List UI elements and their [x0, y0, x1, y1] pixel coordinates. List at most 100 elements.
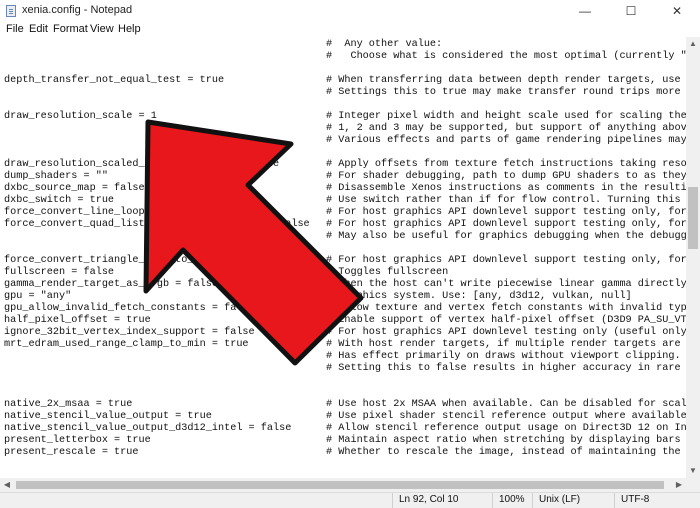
zoom-level: 100%: [492, 493, 532, 508]
config-comment: # Has effect primarily on draws without …: [326, 351, 681, 362]
config-comment: # Integer pixel width and height scale u…: [326, 111, 686, 122]
config-comment: # Any other value:: [326, 39, 443, 50]
config-comment: # When the host can't write piecewise li…: [326, 279, 686, 290]
close-button[interactable]: ✕: [654, 0, 700, 22]
config-setting: ignore_32bit_vertex_index_support = fals…: [4, 327, 255, 338]
menu-help[interactable]: Help: [118, 23, 141, 35]
text-line: [0, 387, 686, 399]
status-bar: Ln 92, Col 10 100% Unix (LF) UTF-8: [0, 492, 700, 508]
text-line: # Settings this to true may make transfe…: [0, 87, 686, 99]
config-comment: # For host graphics API downlevel testin…: [326, 327, 686, 338]
text-line: mrt_edram_used_range_clamp_to_min = true…: [0, 339, 686, 351]
horizontal-scrollbar[interactable]: ◀ ▶: [0, 478, 686, 492]
scrollbar-corner: [686, 478, 700, 492]
config-comment: # Settings this to true may make transfe…: [326, 87, 686, 98]
menu-bar: File Edit Format View Help: [0, 22, 700, 37]
config-setting: dxbc_source_map = false: [4, 183, 145, 194]
config-setting: draw_resolution_scaled_texture_offsets =…: [4, 159, 280, 170]
config-setting: force_convert_quad_lists_to_triangle_lis…: [4, 219, 310, 230]
text-line: # 1, 2 and 3 may be supported, but suppo…: [0, 123, 686, 135]
config-comment: # Use switch rather than if for flow con…: [326, 195, 686, 206]
text-line: present_rescale = true # Whether to resca…: [0, 447, 686, 459]
menu-file[interactable]: File: [6, 23, 24, 35]
text-line: present_letterbox = true # Maintain aspec…: [0, 435, 686, 447]
config-comment: # Use host 2x MSAA when available. Can b…: [326, 399, 686, 410]
text-line: [0, 99, 686, 111]
config-setting: dump_shaders = "": [4, 171, 108, 182]
config-setting: gpu = "any": [4, 291, 72, 302]
config-setting: native_stencil_value_output = true: [4, 411, 212, 422]
config-comment: # When transferring data between depth r…: [326, 75, 686, 86]
text-line: # May also be useful for graphics debugg…: [0, 231, 686, 243]
config-comment: # Toggles fullscreen: [326, 267, 449, 278]
text-line: native_stencil_value_output = true # Use …: [0, 411, 686, 423]
config-comment: # For shader debugging, path to dump GPU…: [326, 171, 686, 182]
config-setting: draw_resolution_scale = 1: [4, 111, 157, 122]
config-comment: # For host graphics API downlevel suppor…: [326, 219, 686, 230]
text-line: dxbc_source_map = false # Disassemble Xen…: [0, 183, 686, 195]
config-comment: # May also be useful for graphics debugg…: [326, 231, 686, 242]
config-comment: # Disassemble Xenos instructions as comm…: [326, 183, 686, 194]
vertical-scrollbar[interactable]: ▲ ▼: [686, 37, 700, 478]
config-comment: # Setting this to false results in highe…: [326, 363, 686, 374]
config-setting: native_stencil_value_output_d3d12_intel …: [4, 423, 292, 434]
config-setting: present_rescale = true: [4, 447, 139, 458]
text-line: depth_transfer_not_equal_test = true # Wh…: [0, 75, 686, 87]
config-comment: # Graphics system. Use: [any, d3d12, vul…: [326, 291, 632, 302]
text-line: # Has effect primarily on draws without …: [0, 351, 686, 363]
text-line: native_2x_msaa = true # Use host 2x MSAA …: [0, 399, 686, 411]
menu-edit[interactable]: Edit: [29, 23, 48, 35]
scroll-down-icon[interactable]: ▼: [686, 464, 700, 478]
horizontal-scroll-thumb[interactable]: [16, 481, 664, 489]
config-setting: half_pixel_offset = true: [4, 315, 151, 326]
text-line: force_convert_quad_lists_to_triangle_lis…: [0, 219, 686, 231]
text-line: ignore_32bit_vertex_index_support = fals…: [0, 327, 686, 339]
config-setting: fullscreen = false: [4, 267, 115, 278]
config-setting: gamma_render_target_as_srgb = false: [4, 279, 218, 290]
config-setting: force_convert_triangle_fans_to_lists = f…: [4, 255, 273, 266]
text-line: [0, 147, 686, 159]
text-line: draw_resolution_scaled_texture_offsets =…: [0, 159, 686, 171]
text-line: force_convert_triangle_fans_to_lists = f…: [0, 255, 686, 267]
text-line: gpu = "any" # Graphics system. Use: [any,…: [0, 291, 686, 303]
config-comment: # Apply offsets from texture fetch instr…: [326, 159, 686, 170]
text-line: fullscreen = false # Toggles fullscreen: [0, 267, 686, 279]
menu-view[interactable]: View: [90, 23, 114, 35]
config-setting: depth_transfer_not_equal_test = true: [4, 75, 225, 86]
text-line: [0, 243, 686, 255]
text-editor[interactable]: # Any other value: # Choose what is consi…: [0, 37, 686, 478]
encoding: UTF-8: [614, 493, 700, 508]
config-setting: gpu_allow_invalid_fetch_constants = fals…: [4, 303, 255, 314]
scroll-up-icon[interactable]: ▲: [686, 37, 700, 51]
text-line: [0, 63, 686, 75]
config-comment: # For host graphics API downlevel suppor…: [326, 255, 686, 266]
config-comment: # Whether to rescale the image, instead …: [326, 447, 686, 458]
config-comment: # Enable support of vertex half-pixel of…: [326, 315, 686, 326]
config-comment: # Use pixel shader stencil reference out…: [326, 411, 686, 422]
title-bar: xenia.config - Notepad — ☐ ✕: [0, 0, 700, 23]
minimize-button[interactable]: —: [562, 0, 608, 22]
config-comment: # 1, 2 and 3 may be supported, but suppo…: [326, 123, 686, 134]
notepad-icon: [6, 5, 16, 17]
menu-format[interactable]: Format: [53, 23, 88, 35]
config-setting: force_convert_line_loops_to_strips = fal…: [4, 207, 261, 218]
vertical-scroll-thumb[interactable]: [688, 187, 698, 249]
maximize-button[interactable]: ☐: [608, 0, 654, 22]
config-setting: present_letterbox = true: [4, 435, 151, 446]
text-line: # Choose what is considered the most opt…: [0, 51, 686, 63]
config-setting: native_2x_msaa = true: [4, 399, 133, 410]
scroll-left-icon[interactable]: ◀: [0, 478, 14, 492]
config-comment: # For host graphics API downlevel suppor…: [326, 207, 686, 218]
scroll-right-icon[interactable]: ▶: [672, 478, 686, 492]
window-title: xenia.config - Notepad: [22, 4, 133, 16]
line-ending: Unix (LF): [532, 493, 614, 508]
config-setting: dxbc_switch = true: [4, 195, 115, 206]
text-line: # Any other value:: [0, 39, 686, 51]
text-line: half_pixel_offset = true # Enable support…: [0, 315, 686, 327]
config-comment: # Allow texture and vertex fetch constan…: [326, 303, 686, 314]
text-line: # Setting this to false results in highe…: [0, 363, 686, 375]
text-line: [0, 375, 686, 387]
text-line: gamma_render_target_as_srgb = false # Whe…: [0, 279, 686, 291]
config-comment: # Choose what is considered the most opt…: [326, 51, 686, 62]
text-line: # Various effects and parts of game rend…: [0, 135, 686, 147]
